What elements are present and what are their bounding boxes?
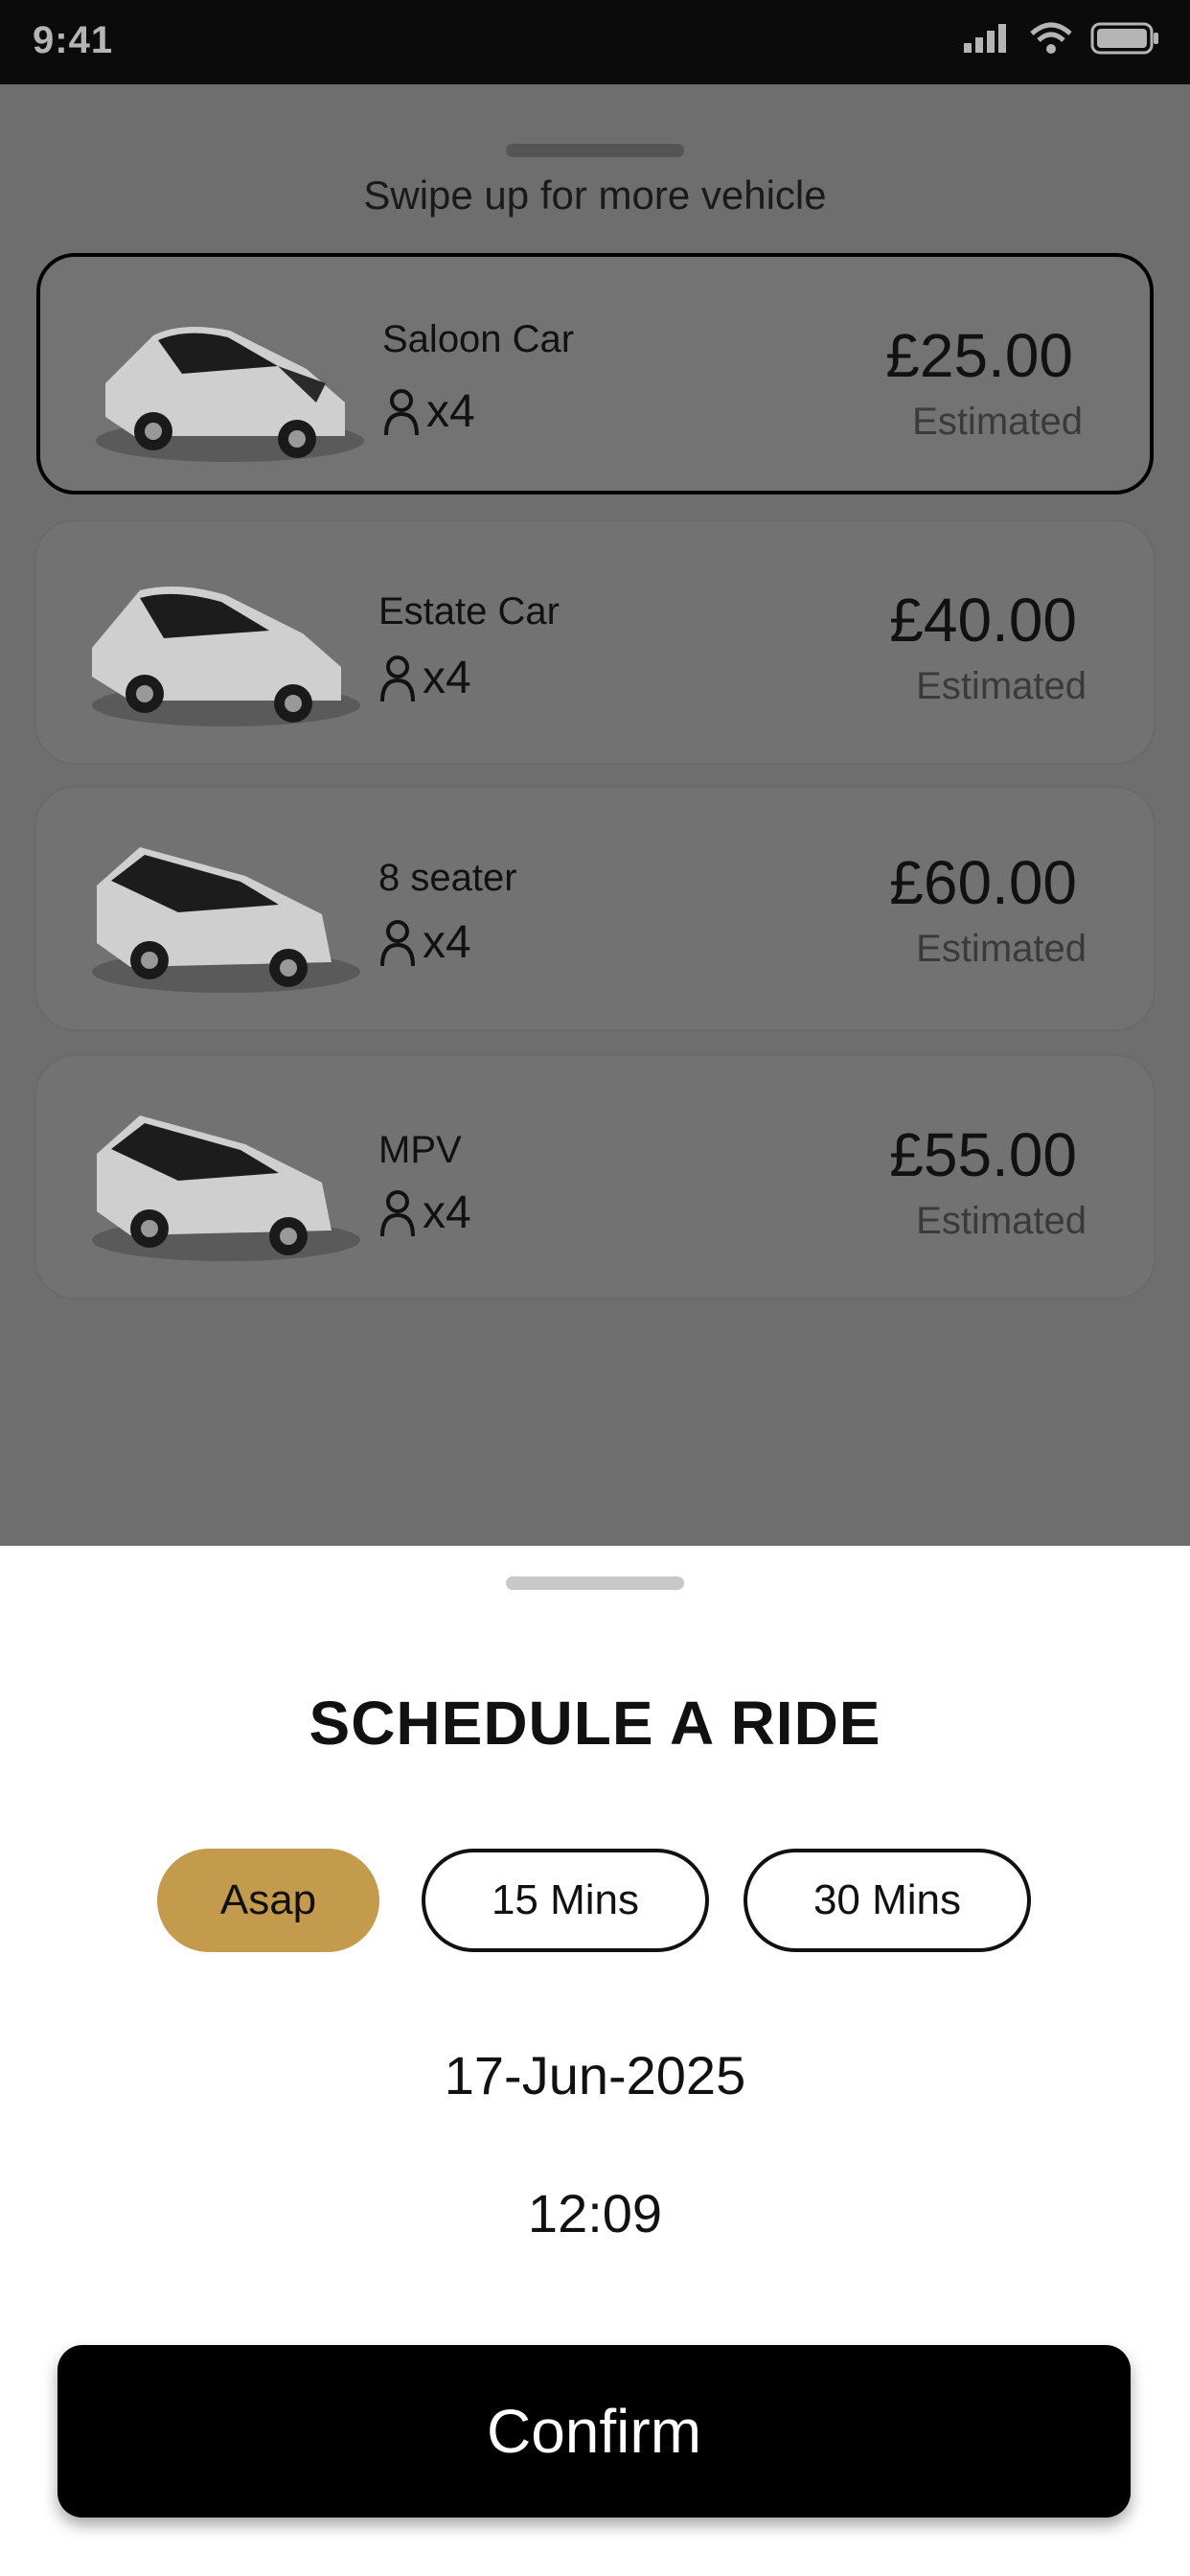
estimate-label: Estimated bbox=[912, 401, 1083, 443]
seat-count: x4 bbox=[378, 1186, 471, 1239]
person-icon bbox=[380, 919, 415, 966]
vehicle-card-mpv[interactable]: MPV x4 £55.00 Estimated bbox=[36, 1056, 1154, 1298]
signal-icon bbox=[964, 24, 1006, 53]
sheet-title: SCHEDULE A RIDE bbox=[309, 1689, 881, 1758]
sheet-drag-handle[interactable] bbox=[506, 1576, 684, 1590]
vehicle-price: £60.00 bbox=[889, 848, 1077, 917]
asap-option-button[interactable]: Asap bbox=[157, 1849, 379, 1952]
seat-count: x4 bbox=[382, 385, 475, 438]
vehicle-name: Saloon Car bbox=[382, 318, 575, 360]
estimate-label: Estimated bbox=[916, 665, 1087, 707]
person-icon bbox=[380, 1189, 415, 1236]
time-picker[interactable]: 12:09 bbox=[0, 2182, 1190, 2244]
vehicle-selection-panel: Swipe up for more vehicle Saloon Car x4 … bbox=[0, 84, 1190, 1546]
status-icons bbox=[962, 21, 1161, 56]
mpv-icon bbox=[92, 1116, 360, 1261]
vehicle-card-estate[interactable]: Estate Car x4 £40.00 Estimated bbox=[36, 521, 1154, 763]
date-picker[interactable]: 17-Jun-2025 bbox=[0, 2044, 1190, 2106]
estate-car-icon bbox=[92, 586, 360, 726]
seat-count-label: x4 bbox=[426, 386, 475, 437]
minivan-icon bbox=[92, 847, 360, 993]
vehicle-name: 8 seater bbox=[378, 857, 517, 899]
30-mins-option-button[interactable]: 30 Mins bbox=[744, 1849, 1031, 1952]
top-drag-handle[interactable] bbox=[506, 144, 684, 157]
schedule-bottom-sheet: SCHEDULE A RIDE Asap 15 Mins 30 Mins 17-… bbox=[0, 1546, 1190, 2576]
status-bar: 9:41 bbox=[0, 0, 1190, 84]
seat-count: x4 bbox=[378, 652, 471, 704]
vehicle-card-saloon[interactable]: Saloon Car x4 £25.00 Estimated bbox=[36, 253, 1154, 494]
vehicle-card-8-seater[interactable]: 8 seater x4 £60.00 Estimated bbox=[36, 788, 1154, 1029]
wifi-icon bbox=[1030, 22, 1072, 54]
confirm-button[interactable]: Confirm bbox=[57, 2345, 1131, 2518]
estimate-label: Estimated bbox=[916, 928, 1087, 970]
battery-icon bbox=[1090, 22, 1158, 55]
person-icon bbox=[380, 655, 415, 702]
status-time: 9:41 bbox=[33, 19, 114, 61]
vehicle-price: £25.00 bbox=[885, 321, 1073, 390]
seat-count-label: x4 bbox=[423, 1187, 471, 1238]
vehicle-name: MPV bbox=[378, 1129, 462, 1171]
vehicle-name: Estate Car bbox=[378, 590, 560, 632]
seat-count: x4 bbox=[378, 916, 471, 969]
vehicle-price: £40.00 bbox=[889, 586, 1077, 655]
15-mins-option-button[interactable]: 15 Mins bbox=[422, 1849, 709, 1952]
estimate-label: Estimated bbox=[916, 1200, 1087, 1242]
swipe-hint: Swipe up for more vehicle bbox=[363, 172, 827, 218]
seat-count-label: x4 bbox=[423, 653, 471, 703]
person-icon bbox=[384, 388, 419, 435]
vehicle-price: £55.00 bbox=[889, 1120, 1077, 1189]
sedan-car-icon bbox=[96, 327, 364, 462]
seat-count-label: x4 bbox=[423, 917, 471, 968]
